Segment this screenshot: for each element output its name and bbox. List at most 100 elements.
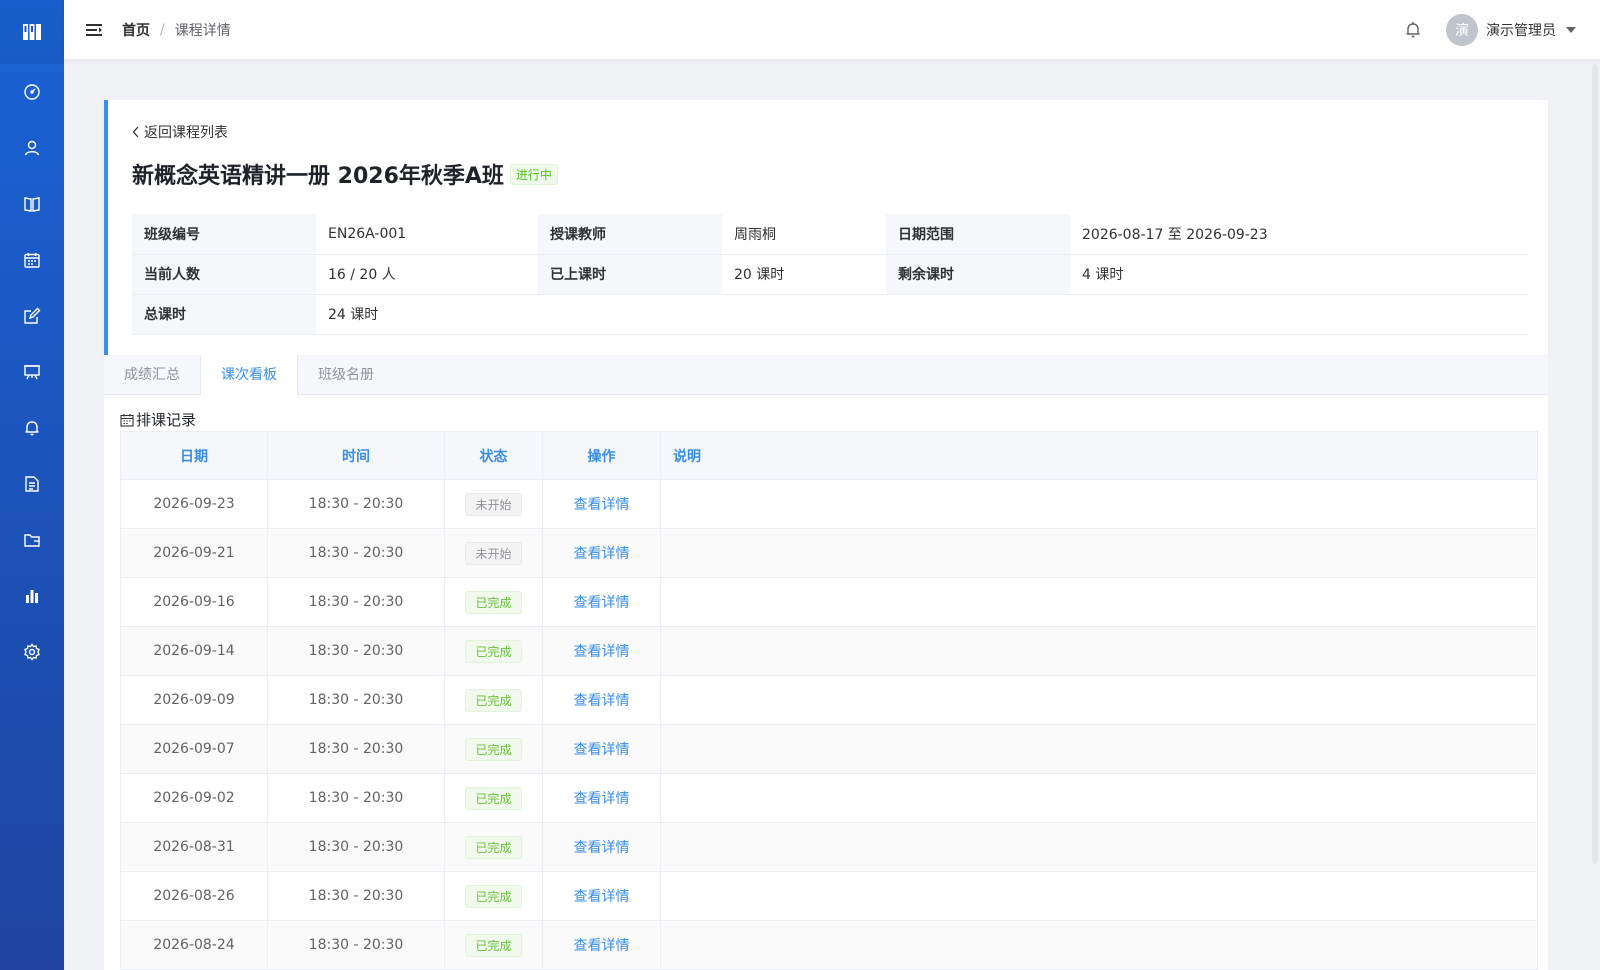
user-menu-caret-icon[interactable] <box>1566 27 1576 33</box>
view-detail-link[interactable]: 查看详情 <box>574 889 630 905</box>
schedule-title-text: 排课记录 <box>136 411 197 429</box>
remaining-hours-label: 剩余课时 <box>886 254 1070 295</box>
total-hours-label: 总课时 <box>132 294 316 335</box>
col-status[interactable]: 状态 <box>444 431 543 480</box>
page-scrollbar[interactable] <box>1592 64 1598 864</box>
nav-users[interactable] <box>0 120 64 176</box>
col-action[interactable]: 操作 <box>542 431 661 480</box>
row-action-cell: 查看详情 <box>542 773 661 823</box>
row-action-cell: 查看详情 <box>542 871 661 921</box>
date-range-value: 2026-08-17 至 2026-09-23 <box>1070 214 1528 255</box>
row-note <box>660 773 1538 823</box>
row-date: 2026-09-09 <box>120 675 268 725</box>
table-row: 2026-09-09 18:30 - 20:30 已完成 查看详情 <box>120 675 1538 725</box>
table-row: 2026-09-21 18:30 - 20:30 未开始 查看详情 <box>120 528 1538 578</box>
tabs: 成绩汇总 课次看板 班级名册 <box>104 355 1548 396</box>
nav-documents[interactable] <box>0 456 64 512</box>
table-row: 2026-09-14 18:30 - 20:30 已完成 查看详情 <box>120 626 1538 676</box>
table-row: 2026-09-07 18:30 - 20:30 已完成 查看详情 <box>120 724 1538 774</box>
menu-fold-icon <box>86 23 102 36</box>
info-row: 当前人数 16 / 20 人 已上课时 20 课时 剩余课时 4 课时 <box>132 254 1528 295</box>
row-time: 18:30 - 20:30 <box>267 871 445 921</box>
bell-icon <box>25 421 39 436</box>
row-status-cell: 已完成 <box>444 577 543 627</box>
table-row: 2026-08-31 18:30 - 20:30 已完成 查看详情 <box>120 822 1538 872</box>
view-detail-link[interactable]: 查看详情 <box>574 693 630 709</box>
tab-grade-summary[interactable]: 成绩汇总 <box>104 355 200 395</box>
row-date: 2026-08-24 <box>120 920 268 970</box>
nav-settings[interactable] <box>0 624 64 680</box>
calendar-icon <box>24 253 40 268</box>
breadcrumb-separator: / <box>160 21 165 38</box>
sidebar <box>0 0 64 970</box>
status-badge: 未开始 <box>465 492 522 516</box>
row-note <box>660 920 1538 970</box>
tab-session-board[interactable]: 课次看板 <box>200 355 298 396</box>
app-logo[interactable] <box>0 0 64 64</box>
status-badge: 已完成 <box>465 688 522 712</box>
remaining-hours-value: 4 课时 <box>1070 254 1528 295</box>
row-time: 18:30 - 20:30 <box>267 920 445 970</box>
row-status-cell: 已完成 <box>444 920 543 970</box>
view-detail-link[interactable]: 查看详情 <box>574 840 630 856</box>
view-detail-link[interactable]: 查看详情 <box>574 546 630 562</box>
row-status-cell: 已完成 <box>444 871 543 921</box>
row-date: 2026-09-14 <box>120 626 268 676</box>
view-detail-link[interactable]: 查看详情 <box>574 742 630 758</box>
view-detail-link[interactable]: 查看详情 <box>574 938 630 954</box>
row-status-cell: 未开始 <box>444 479 543 529</box>
teacher-label: 授课教师 <box>538 214 722 255</box>
nav-statistics[interactable] <box>0 568 64 624</box>
menu-toggle-button[interactable] <box>84 20 104 40</box>
row-time: 18:30 - 20:30 <box>267 675 445 725</box>
row-note <box>660 675 1538 725</box>
status-badge: 未开始 <box>465 541 522 565</box>
nav-files[interactable] <box>0 512 64 568</box>
col-date[interactable]: 日期 <box>120 431 268 480</box>
col-note[interactable]: 说明 <box>660 431 1538 480</box>
tab-class-roster[interactable]: 班级名册 <box>298 355 394 395</box>
schedule-table: 日期 时间 状态 操作 说明 2026-09-23 18:30 - 20:30 未开… <box>120 431 1538 970</box>
header-right: 演 演示管理员 <box>1404 0 1576 60</box>
nav-notifications[interactable] <box>0 400 64 456</box>
nav-courses[interactable] <box>0 176 64 232</box>
row-time: 18:30 - 20:30 <box>267 528 445 578</box>
document-icon <box>25 476 39 492</box>
row-status-cell: 已完成 <box>444 626 543 676</box>
chevron-left-icon <box>132 126 139 138</box>
row-date: 2026-09-16 <box>120 577 268 627</box>
user-name[interactable]: 演示管理员 <box>1486 20 1556 40</box>
row-date: 2026-08-31 <box>120 822 268 872</box>
nav-assignments[interactable] <box>0 288 64 344</box>
nav-schedule[interactable] <box>0 232 64 288</box>
course-info-table: 班级编号 EN26A-001 授课教师 周雨桐 日期范围 2026-08-17 … <box>132 214 1528 335</box>
avatar[interactable]: 演 <box>1446 14 1478 46</box>
col-time[interactable]: 时间 <box>267 431 445 480</box>
total-hours-value: 24 课时 <box>316 294 1528 335</box>
notification-button[interactable] <box>1404 20 1424 40</box>
row-status-cell: 已完成 <box>444 724 543 774</box>
back-to-course-list-link[interactable]: 返回课程列表 <box>132 122 228 142</box>
logo-icon <box>23 24 41 40</box>
teacher-value: 周雨桐 <box>722 214 886 255</box>
view-detail-link[interactable]: 查看详情 <box>574 791 630 807</box>
table-row: 2026-09-02 18:30 - 20:30 已完成 查看详情 <box>120 773 1538 823</box>
schedule-body: 2026-09-23 18:30 - 20:30 未开始 查看详情 2026-09-21… <box>120 479 1538 970</box>
row-action-cell: 查看详情 <box>542 724 661 774</box>
breadcrumb-current: 课程详情 <box>174 22 231 39</box>
view-detail-link[interactable]: 查看详情 <box>574 595 630 611</box>
breadcrumb-home[interactable]: 首页 <box>122 20 150 40</box>
gear-icon <box>24 643 40 661</box>
view-detail-link[interactable]: 查看详情 <box>574 644 630 660</box>
view-detail-link[interactable]: 查看详情 <box>574 497 630 513</box>
row-action-cell: 查看详情 <box>542 479 661 529</box>
row-action-cell: 查看详情 <box>542 577 661 627</box>
status-badge: 已完成 <box>465 933 522 957</box>
book-icon <box>24 197 40 212</box>
dashboard-icon <box>24 84 40 100</box>
taught-hours-value: 20 课时 <box>722 254 886 295</box>
nav-dashboard[interactable] <box>0 64 64 120</box>
row-time: 18:30 - 20:30 <box>267 822 445 872</box>
nav-classroom[interactable] <box>0 344 64 400</box>
row-note <box>660 626 1538 676</box>
